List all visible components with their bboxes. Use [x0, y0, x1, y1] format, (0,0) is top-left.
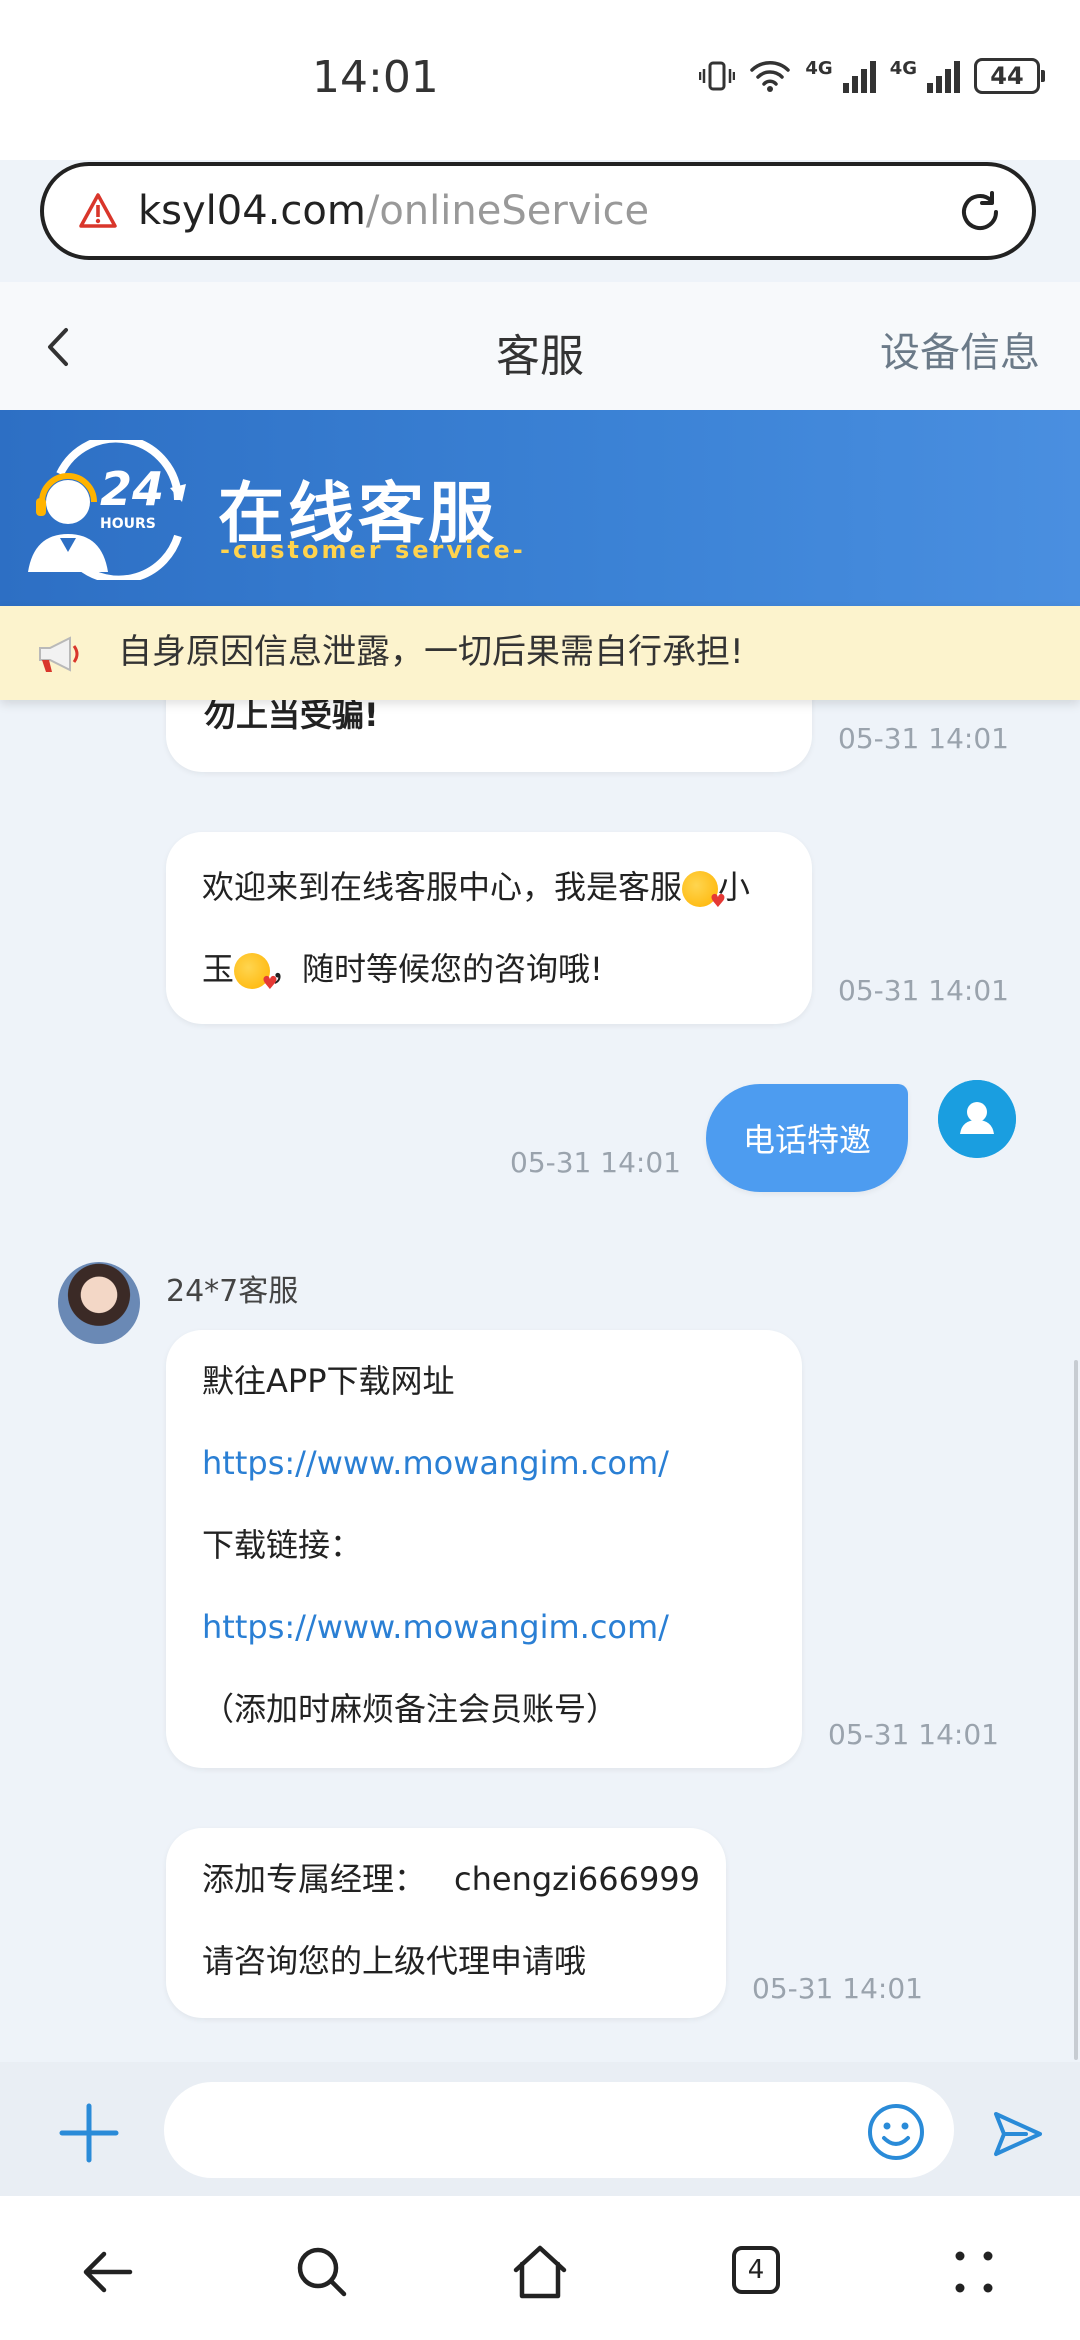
url-path: /onlineService [365, 188, 650, 234]
page-header: 客服 设备信息 [0, 282, 1080, 410]
message-time: 05-31 14:01 [828, 1718, 999, 1751]
notice-text: 自身原因信息泄露，一切后果需自行承担! [118, 632, 744, 672]
message-text: 请咨询您的上级代理申请哦 [202, 1942, 587, 1980]
smiling-hearts-emoji-icon [682, 861, 726, 943]
message-time: 05-31 14:01 [838, 974, 1009, 1007]
message-text: （添加时麻烦备注会员账号） [202, 1690, 619, 1728]
message-time: 05-31 14:01 [838, 722, 1009, 755]
message-line: 玉 ，随时等候您的咨询哦! [202, 928, 776, 1025]
message-input[interactable] [164, 2082, 954, 2178]
input-bar [0, 2062, 1080, 2196]
logo-label: HOURS [100, 516, 156, 532]
message-time: 05-31 14:01 [510, 1146, 681, 1179]
message-line: 欢迎来到在线客服中心，我是客服小 [202, 846, 776, 943]
smiling-hearts-emoji-icon [234, 943, 278, 1025]
message-bubble: 默往APP下载网址 https://www.mowangim.com/ 下载链接… [166, 1330, 802, 1768]
message-time: 05-31 14:01 [752, 1972, 923, 2005]
tabs-count: 4 [732, 2246, 780, 2294]
signal-icon [842, 59, 876, 93]
network-label: 4G [889, 58, 917, 79]
user-avatar-icon [938, 1080, 1016, 1158]
url-bar[interactable]: ksyl04.com/onlineService [40, 162, 1036, 260]
home-icon[interactable] [508, 2240, 572, 2304]
more-icon[interactable] [942, 2240, 1006, 2304]
chat-scrollbar[interactable] [1074, 1360, 1078, 2060]
battery-icon: 44 [974, 58, 1045, 94]
device-info-link[interactable]: 设备信息 [880, 320, 1040, 378]
search-icon[interactable] [290, 2240, 354, 2304]
warning-icon[interactable] [78, 191, 118, 231]
emoji-icon[interactable] [866, 2102, 926, 2162]
network-label: 4G [805, 58, 833, 79]
plus-icon[interactable] [58, 2102, 120, 2164]
message-text: 添加专属经理： [202, 1860, 427, 1898]
status-icons: 4G 4G 44 [699, 58, 1045, 94]
notice-bar: 自身原因信息泄露，一切后果需自行承担! [0, 606, 1080, 700]
message-bubble: 添加专属经理： chengzi666999 请咨询您的上级代理申请哦 [166, 1828, 726, 2018]
message-text: 欢迎来到在线客服中心，我是客服 [202, 868, 683, 906]
status-bar: 14:01 4G 4G 44 [0, 0, 1080, 160]
message-text: 下载链接： [202, 1526, 363, 1564]
agent-name: 24*7客服 [166, 1274, 299, 1309]
url-host: ksyl04.com [138, 188, 366, 234]
status-time: 14:01 [312, 52, 439, 103]
signal-icon [927, 59, 960, 93]
tabs-button[interactable]: 4 [724, 2240, 788, 2304]
message-text: 默往APP下载网址 [202, 1362, 455, 1400]
service-banner: 24 HOURS 在线客服 -customer service- [0, 410, 1080, 606]
url-text[interactable]: ksyl04.com/onlineService [138, 188, 649, 234]
vibrate-icon [699, 61, 736, 91]
back-icon[interactable] [76, 2240, 140, 2304]
message-text: ，随时等候您的咨询哦! [270, 950, 603, 988]
message-link[interactable]: https://www.mowangim.com/ [202, 1586, 766, 1668]
back-arrow-icon[interactable] [38, 322, 78, 372]
logo-number: 24 [100, 462, 165, 516]
message-text: 玉 [202, 950, 235, 988]
message-link[interactable]: https://www.mowangim.com/ [202, 1422, 766, 1504]
reload-icon[interactable] [956, 188, 1004, 236]
megaphone-icon [39, 636, 79, 672]
message-bubble: 欢迎来到在线客服中心，我是客服小 玉 ，随时等候您的咨询哦! [166, 832, 812, 1025]
agent-avatar [58, 1262, 140, 1344]
banner-subtitle: -customer service- [220, 536, 526, 564]
user-message-bubble: 电话特邀 [706, 1084, 908, 1192]
send-icon[interactable] [990, 2106, 1046, 2162]
wifi-icon [750, 61, 791, 92]
message-line: 添加专属经理： chengzi666999 [202, 1838, 700, 1920]
browser-nav-bar: 4 [0, 2196, 1080, 2340]
manager-account: chengzi666999 [454, 1860, 701, 1898]
